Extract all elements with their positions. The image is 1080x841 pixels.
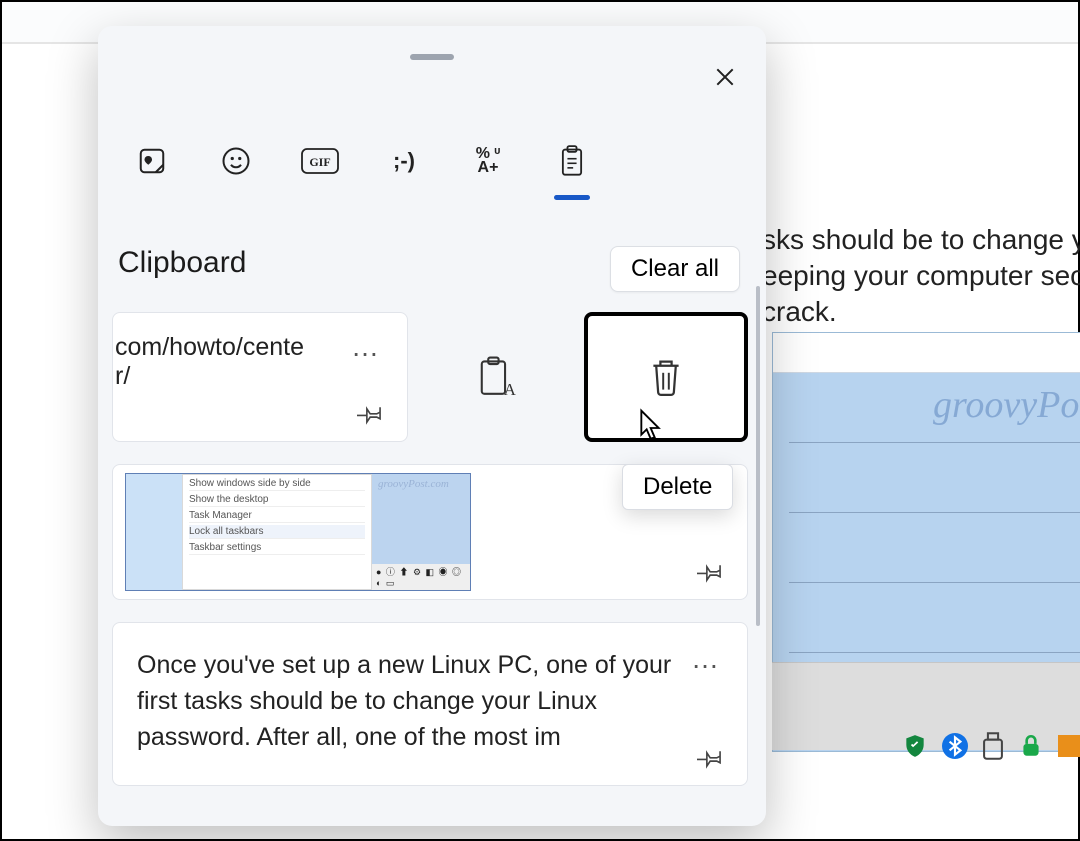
pin-icon <box>697 557 725 585</box>
system-tray <box>902 732 1080 760</box>
tab-stickers[interactable] <box>128 134 176 188</box>
clipboard-image-thumbnail: Show windows side by side Show the deskt… <box>125 473 471 591</box>
sticker-icon <box>137 146 167 176</box>
emoji-icon <box>221 146 251 176</box>
more-button[interactable]: … <box>691 641 721 677</box>
kaomoji-icon: ;-) <box>393 148 415 174</box>
drag-handle[interactable] <box>410 54 454 60</box>
background-row <box>789 583 1080 653</box>
delete-tooltip: Delete <box>622 464 733 510</box>
delete-button[interactable] <box>584 312 748 442</box>
pin-button[interactable] <box>697 743 725 771</box>
usb-icon <box>982 732 1004 760</box>
close-button[interactable] <box>710 62 740 92</box>
clipboard-items: com/howto/cente r/ … A <box>112 312 748 808</box>
clipboard-item[interactable]: com/howto/cente r/ … <box>112 312 408 442</box>
svg-text:A: A <box>504 380 516 399</box>
paste-as-text-icon: A <box>476 355 516 399</box>
pin-icon <box>357 399 385 427</box>
more-button[interactable]: … <box>351 331 381 363</box>
background-window-titlebar <box>773 333 1080 373</box>
section-title: Clipboard <box>118 246 246 280</box>
thumb-menu-item: Show windows side by side <box>189 477 365 491</box>
panel-tabs: GIF ;-) % ᶸA+ <box>128 134 596 188</box>
symbols-icon: % ᶸA+ <box>476 147 501 175</box>
tab-symbols[interactable]: % ᶸA+ <box>464 134 512 188</box>
clipboard-item-row: com/howto/cente r/ … A <box>112 312 748 442</box>
paste-as-text-button[interactable]: A <box>418 312 574 442</box>
thumb-menu-item: Lock all taskbars <box>189 525 365 539</box>
square-icon <box>1058 735 1080 757</box>
thumb-menu-item: Show the desktop <box>189 493 365 507</box>
input-panel: GIF ;-) % ᶸA+ Clipboard Clear all com/ho… <box>98 26 766 826</box>
clipboard-item-text: Once you've set up a new Linux PC, one o… <box>137 647 675 755</box>
thumb-menu-item: Task Manager <box>189 509 365 523</box>
background-row <box>789 443 1080 513</box>
tab-kaomoji[interactable]: ;-) <box>380 134 428 188</box>
bluetooth-icon <box>942 733 968 759</box>
clipboard-item-text: com/howto/cente r/ <box>115 333 385 391</box>
tab-gif[interactable]: GIF <box>296 134 344 188</box>
scrollbar[interactable] <box>756 286 760 626</box>
svg-text:GIF: GIF <box>309 155 330 169</box>
pin-icon <box>697 743 725 771</box>
tab-clipboard[interactable] <box>548 134 596 188</box>
page-body-text: sks should be to change y eeping your co… <box>762 222 1080 330</box>
thumb-tray: ● ⓘ ⬆ ⚙ ◧ ◉ ◎ ◐ ▭ <box>372 564 470 590</box>
thumb-brand: groovyPost.com <box>372 474 470 490</box>
clear-all-button[interactable]: Clear all <box>610 246 740 292</box>
clipboard-item[interactable]: Once you've set up a new Linux PC, one o… <box>112 622 748 786</box>
gif-icon: GIF <box>301 148 339 174</box>
thumb-menu-item: Taskbar settings <box>189 541 365 555</box>
clipboard-icon <box>559 145 585 177</box>
shield-icon <box>902 733 928 759</box>
lock-icon <box>1018 732 1044 760</box>
pin-button[interactable] <box>697 557 725 585</box>
pin-button[interactable] <box>357 399 385 427</box>
tab-emoji[interactable] <box>212 134 260 188</box>
background-row <box>789 373 1080 443</box>
background-row <box>789 513 1080 583</box>
close-icon <box>714 66 736 88</box>
trash-icon <box>647 356 685 398</box>
